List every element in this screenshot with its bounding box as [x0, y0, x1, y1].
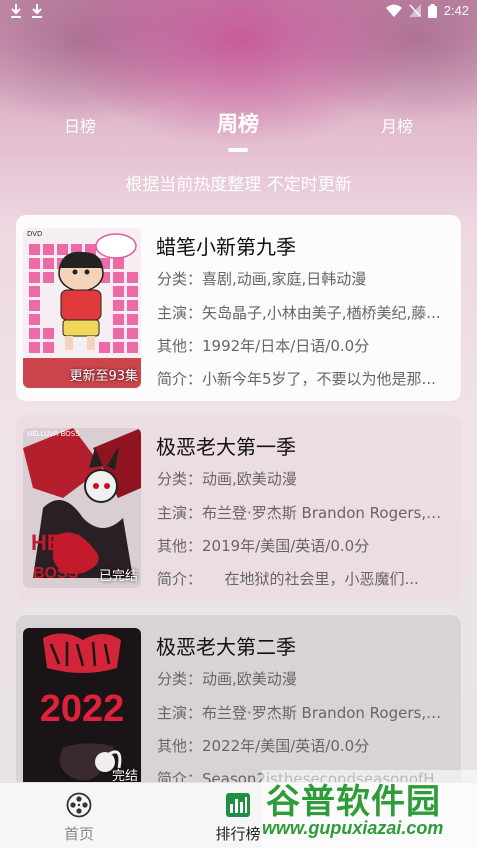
show-poster: DVD 更新至93集 — [23, 228, 141, 388]
svg-text:BOSS: BOSS — [33, 565, 79, 582]
show-poster: 2022 完结 — [23, 628, 141, 788]
ranking-subtitle: 根据当前热度整理 不定时更新 — [125, 175, 352, 195]
episode-badge: 更新至93集 — [69, 369, 138, 384]
ranking-tabs: 日榜 周榜 月榜 — [0, 110, 477, 150]
site-watermark: 谷普软件园 www.gupuxiazai.com — [262, 770, 477, 848]
tab-daily[interactable]: 日榜 — [64, 110, 96, 144]
no-signal-icon — [408, 4, 421, 17]
show-category: 分类：喜剧,动画,家庭,日韩动漫 — [157, 270, 367, 288]
show-poster: HELL BOSS HELLUVA BOSS 已完结 — [23, 428, 141, 588]
show-other: 其他：2022年/美国/英语/0.0分 — [157, 737, 370, 755]
tab-monthly[interactable]: 月榜 — [381, 110, 413, 144]
episode-badge: 已完结 — [98, 569, 138, 584]
download-icon — [11, 4, 21, 18]
nav-home[interactable]: 首页 — [39, 783, 119, 848]
wifi-icon — [385, 4, 402, 17]
ranking-chart-icon — [226, 793, 250, 817]
show-cast: 主演：矢岛晶子,小林由美子,楢桥美纪,藤... — [157, 304, 441, 322]
tab-weekly[interactable]: 周榜 — [217, 107, 259, 141]
show-title: 极恶老大第二季 — [156, 635, 296, 659]
show-cast: 主演：布兰登·罗杰斯 Brandon Rogers,理... — [157, 504, 451, 522]
show-intro: 简介：小新今年5岁了，不要以为他是那... — [157, 370, 436, 388]
show-other: 其他：2019年/美国/英语/0.0分 — [157, 537, 370, 555]
show-title: 极恶老大第一季 — [156, 435, 296, 459]
show-other: 其他：1992年/日本/日语/0.0分 — [157, 337, 370, 355]
battery-icon — [427, 3, 437, 18]
watermark-url: www.gupuxiazai.com — [262, 818, 444, 838]
download-icon — [32, 4, 42, 18]
active-tab-indicator — [228, 148, 248, 152]
poster-label: DVD — [27, 230, 43, 238]
status-bar: 2:42 — [0, 0, 477, 24]
svg-text:HELL: HELL — [31, 530, 88, 555]
show-card[interactable]: HELL BOSS HELLUVA BOSS 已完结 极恶老大第一季 分类：动画… — [16, 415, 461, 601]
show-category: 分类：动画,欧美动漫 — [157, 670, 297, 688]
show-intro: 简介： 在地狱的社会里，小恶魔们... — [157, 570, 419, 588]
poster-label: HELLUVA BOSS — [27, 430, 80, 438]
poster-year-label: 2022 — [39, 688, 125, 730]
show-card[interactable]: DVD 更新至93集 蜡笔小新第九季 分类：喜剧,动画,家庭,日韩动漫 主演：矢… — [16, 215, 461, 401]
nav-home-label: 首页 — [63, 825, 94, 843]
status-time: 2:42 — [443, 3, 469, 18]
watermark-title: 谷普软件园 — [266, 782, 441, 822]
show-category: 分类：动画,欧美动漫 — [157, 470, 297, 488]
show-title: 蜡笔小新第九季 — [156, 235, 296, 259]
film-reel-icon — [66, 792, 92, 818]
show-cast: 主演：布兰登·罗杰斯 Brandon Rogers,理... — [157, 704, 451, 722]
